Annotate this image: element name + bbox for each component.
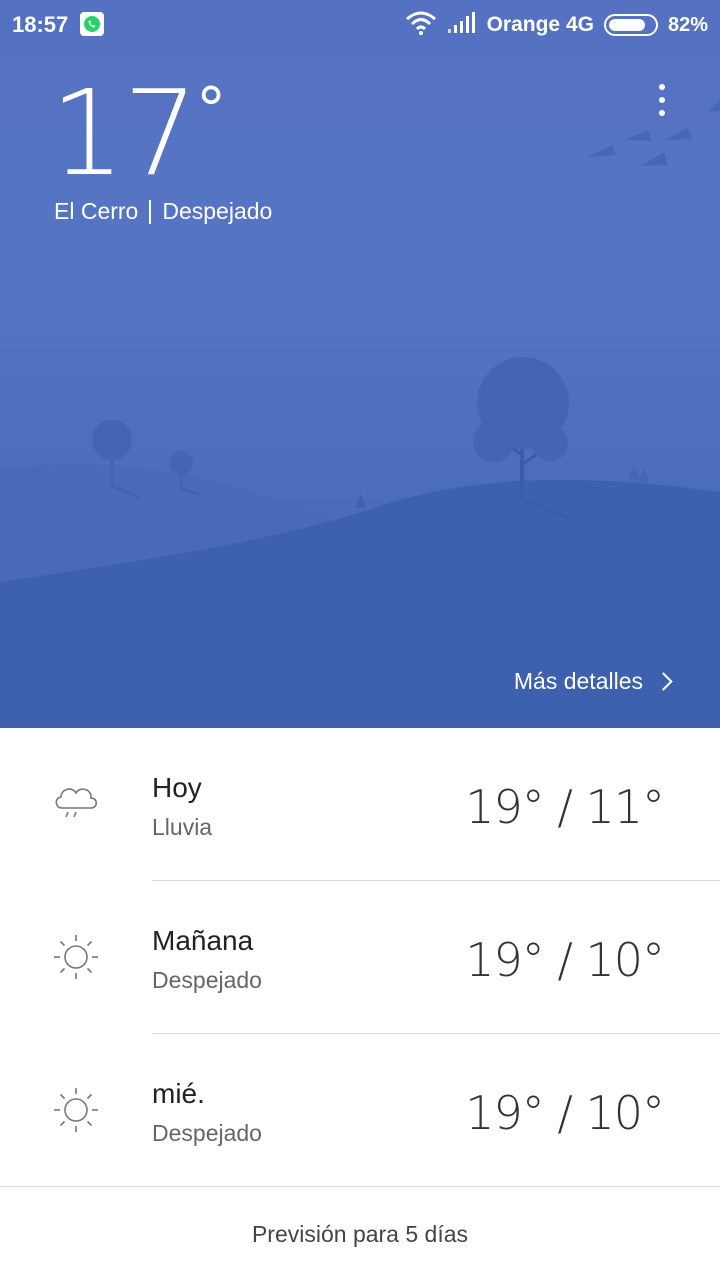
chevron-right-icon bbox=[654, 672, 673, 691]
forecast-day: Hoy bbox=[152, 772, 202, 803]
signal-icon bbox=[447, 11, 477, 40]
forecast-temps: 19° / 10° bbox=[465, 933, 665, 987]
forecast-condition: Despejado bbox=[152, 1120, 262, 1146]
bird-3 bbox=[640, 152, 668, 166]
whatsapp-icon bbox=[80, 12, 104, 36]
forecast-row-wednesday[interactable]: mié. Despejado 19° / 10° bbox=[0, 1034, 720, 1187]
forecast-list: Hoy Lluvia 19° / 11° Mañana Despejado 19… bbox=[0, 728, 720, 1187]
battery-icon bbox=[603, 14, 658, 36]
bird-4 bbox=[664, 128, 692, 140]
sun-icon bbox=[50, 931, 102, 983]
bird-5 bbox=[708, 100, 720, 112]
bird-1 bbox=[588, 145, 616, 157]
separator bbox=[149, 199, 152, 224]
wifi-icon bbox=[405, 10, 437, 41]
five-day-forecast-button[interactable]: Previsión para 5 días bbox=[0, 1188, 720, 1280]
five-day-forecast-label: Previsión para 5 días bbox=[251, 1220, 469, 1247]
status-bar: 18:57 Orange 4G 82% bbox=[0, 0, 720, 50]
forecast-temps: 19° / 10° bbox=[465, 1086, 665, 1140]
forecast-day: Mañana bbox=[152, 925, 254, 956]
carrier-label: Orange 4G bbox=[486, 13, 594, 36]
location-name: El Cerro bbox=[54, 198, 139, 224]
more-details-link[interactable]: Más detalles bbox=[513, 668, 673, 695]
forecast-temps: 19° / 11° bbox=[465, 780, 665, 834]
current-temperature: 17° bbox=[50, 64, 226, 202]
battery-percent: 82% bbox=[667, 13, 708, 36]
current-condition: Despejado bbox=[162, 198, 273, 224]
location-condition[interactable]: El Cerro Despejado bbox=[54, 198, 272, 225]
more-options-icon[interactable] bbox=[650, 80, 674, 120]
rain-cloud-icon bbox=[50, 780, 102, 832]
forecast-day: mié. bbox=[152, 1078, 205, 1109]
more-details-label: Más detalles bbox=[513, 668, 643, 694]
forecast-row-today[interactable]: Hoy Lluvia 19° / 11° bbox=[0, 728, 720, 881]
list-divider bbox=[0, 1186, 720, 1187]
forecast-condition: Lluvia bbox=[152, 814, 213, 840]
forecast-row-tomorrow[interactable]: Mañana Despejado 19° / 10° bbox=[0, 881, 720, 1034]
status-time: 18:57 bbox=[12, 12, 69, 37]
bird-2 bbox=[624, 130, 652, 141]
sun-icon bbox=[50, 1084, 102, 1136]
forecast-condition: Despejado bbox=[152, 967, 262, 993]
